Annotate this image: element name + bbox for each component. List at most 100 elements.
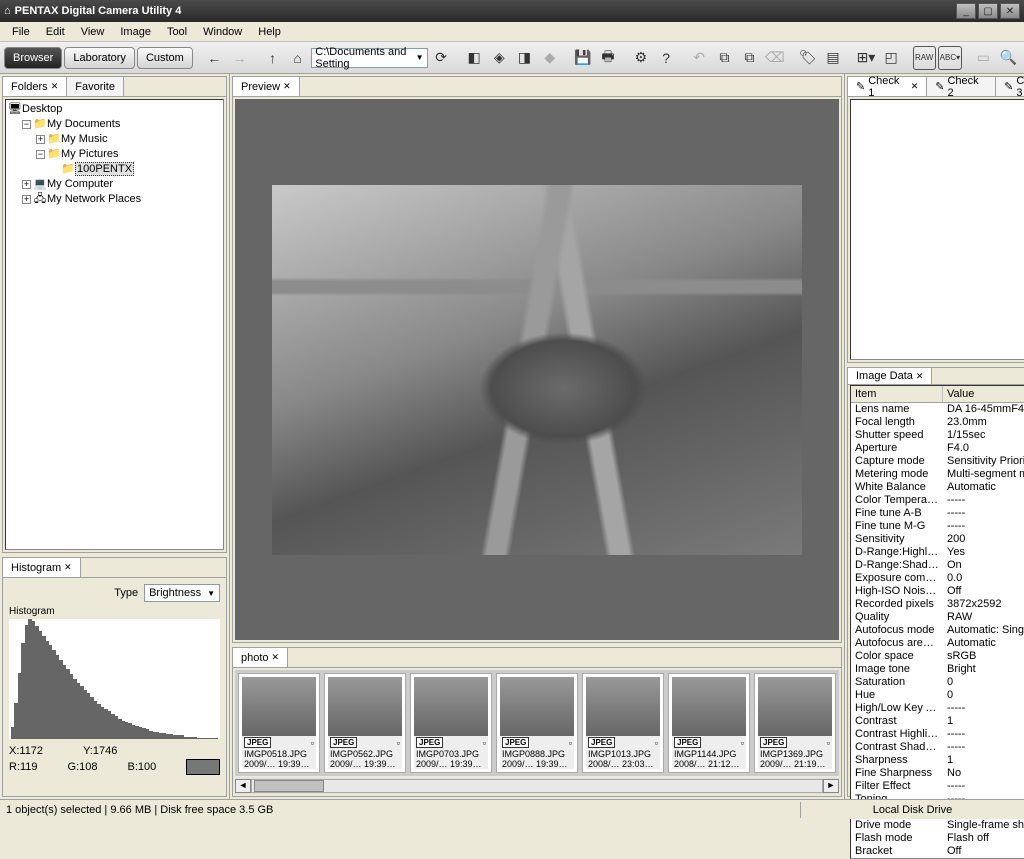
undo-icon[interactable]: ↶ — [688, 46, 711, 70]
tree-my-pictures[interactable]: My Pictures — [61, 148, 118, 160]
imgdata-row[interactable]: Hue0 — [851, 689, 1024, 702]
thumbnail[interactable]: JPEG▫IMGP1369.JPG2009/… 21:19… — [755, 674, 835, 772]
collapse-icon[interactable]: − — [22, 120, 31, 129]
imgdata-row[interactable]: Capture modeSensitivity Priority Automa… — [851, 455, 1024, 468]
scroll-left-icon[interactable]: ◄ — [235, 779, 251, 793]
close-button[interactable]: ✕ — [1000, 3, 1020, 19]
menu-help[interactable]: Help — [250, 24, 289, 40]
imgdata-row[interactable]: Shutter speed1/15sec — [851, 429, 1024, 442]
tab-histogram[interactable]: Histogram✕ — [3, 558, 81, 577]
expand-icon[interactable]: + — [22, 180, 31, 189]
nav-forward-icon[interactable]: → — [228, 46, 251, 70]
mode-browser[interactable]: Browser — [4, 47, 62, 69]
imgdata-row[interactable]: Metering modeMulti-segment metering — [851, 468, 1024, 481]
tab-favorite[interactable]: Favorite — [67, 77, 124, 96]
tab-check-2[interactable]: ✎Check 2 — [927, 77, 996, 96]
imgdata-row[interactable]: Recorded pixels3872x2592 — [851, 598, 1024, 611]
imgdata-row[interactable]: Sharpness1 — [851, 754, 1024, 767]
close-icon[interactable]: ✕ — [64, 562, 72, 573]
raw-icon[interactable]: RAW — [913, 46, 936, 70]
menu-file[interactable]: File — [4, 24, 38, 40]
close-icon[interactable]: ✕ — [911, 81, 919, 92]
imgdata-row[interactable]: Color Temperature----- — [851, 494, 1024, 507]
expand-icon[interactable]: + — [36, 135, 45, 144]
tab-check-1[interactable]: ✎Check 1✕ — [848, 77, 927, 96]
imgdata-header-item[interactable]: Item — [851, 386, 943, 402]
menu-tool[interactable]: Tool — [159, 24, 195, 40]
thumbnail[interactable]: JPEG▫IMGP1013.JPG2008/… 23:03… — [583, 674, 663, 772]
thumbnail[interactable]: JPEG▫IMGP0703.JPG2009/… 19:39… — [411, 674, 491, 772]
imgdata-row[interactable]: D-Range:Shadow Co…On — [851, 559, 1024, 572]
imgdata-row[interactable]: Sensitivity200 — [851, 533, 1024, 546]
maximize-button[interactable]: ▢ — [978, 3, 998, 19]
imgdata-row[interactable]: Autofocus modeAutomatic: Single AF — [851, 624, 1024, 637]
nav-back-icon[interactable]: ← — [203, 46, 226, 70]
tab-check-3[interactable]: ✎Check 3 — [996, 77, 1024, 96]
imgdata-row[interactable]: Saturation0 — [851, 676, 1024, 689]
settings-icon[interactable]: ⚙ — [629, 46, 652, 70]
thumbnail[interactable]: JPEG▫IMGP0888.JPG2009/… 19:39… — [497, 674, 577, 772]
tag-icon[interactable]: 🏷 — [796, 46, 819, 70]
imgdata-row[interactable]: D-Range:Highlight Co…Yes — [851, 546, 1024, 559]
imgdata-row[interactable]: Fine tune M-G----- — [851, 520, 1024, 533]
rotate-left-icon[interactable]: ◧ — [463, 46, 486, 70]
imgdata-row[interactable]: Image toneBright — [851, 663, 1024, 676]
zoom-icon[interactable]: 🔍 — [997, 46, 1020, 70]
path-combo[interactable]: C:\Documents and Setting▼ — [311, 48, 427, 68]
help-icon[interactable]: ? — [655, 46, 678, 70]
imgdata-row[interactable]: BracketOff — [851, 845, 1024, 858]
nav-up-icon[interactable]: ↑ — [261, 46, 284, 70]
tab-preview[interactable]: Preview✕ — [233, 77, 300, 96]
save-icon[interactable]: 💾 — [571, 46, 594, 70]
preview-area[interactable] — [235, 99, 839, 640]
menu-image[interactable]: Image — [112, 24, 159, 40]
menu-view[interactable]: View — [73, 24, 113, 40]
thumbnail-strip[interactable]: JPEG▫IMGP0518.JPG2009/… 19:39…JPEG▫IMGP0… — [235, 670, 839, 776]
imgdata-row[interactable]: QualityRAW — [851, 611, 1024, 624]
imgdata-row[interactable]: Lens nameDA 16-45mmF4ED AL — [851, 403, 1024, 416]
rotate-mark-icon[interactable]: ◆ — [538, 46, 561, 70]
rotate-counter-icon[interactable]: ◈ — [488, 46, 511, 70]
grid-icon[interactable]: ⊞▾ — [854, 46, 877, 70]
tree-100pentx[interactable]: 100PENTX — [75, 162, 134, 176]
menu-window[interactable]: Window — [195, 24, 250, 40]
imgdata-row[interactable]: Contrast1 — [851, 715, 1024, 728]
imgdata-row[interactable]: Flash modeFlash off — [851, 832, 1024, 845]
tree-my-music[interactable]: My Music — [61, 133, 107, 145]
tree-my-computer[interactable]: My Computer — [47, 178, 113, 190]
monitor-icon[interactable]: ▭ — [972, 46, 995, 70]
tab-image-data[interactable]: Image Data✕ — [848, 368, 932, 384]
imgdata-row[interactable]: Contrast Highlight Ad…----- — [851, 728, 1024, 741]
imgdata-row[interactable]: White BalanceAutomatic — [851, 481, 1024, 494]
close-icon[interactable]: ✕ — [283, 81, 291, 92]
tree-desktop[interactable]: Desktop — [22, 103, 62, 115]
close-icon[interactable]: ✕ — [51, 81, 59, 92]
tree-my-network[interactable]: My Network Places — [47, 193, 141, 205]
imgdata-row[interactable]: Drive modeSingle-frame shooting — [851, 819, 1024, 832]
collapse-icon[interactable]: − — [36, 150, 45, 159]
imgdata-row[interactable]: Color spacesRGB — [851, 650, 1024, 663]
rotate-right-icon[interactable]: ◨ — [513, 46, 536, 70]
imgdata-row[interactable]: Focal length23.0mm — [851, 416, 1024, 429]
close-icon[interactable]: ✕ — [916, 371, 924, 382]
copy-multi-icon[interactable]: ⧉ — [738, 46, 761, 70]
copy-icon[interactable]: ⧉ — [713, 46, 736, 70]
menu-edit[interactable]: Edit — [38, 24, 73, 40]
imgdata-row[interactable]: Autofocus area modeAutomatic — [851, 637, 1024, 650]
imgdata-row[interactable]: High-ISO Noise Redu…Off — [851, 585, 1024, 598]
refresh-icon[interactable]: ⟳ — [430, 46, 453, 70]
imgdata-row[interactable]: Fine tune A-B----- — [851, 507, 1024, 520]
scroll-thumb[interactable] — [254, 780, 324, 792]
thumbnail[interactable]: JPEG▫IMGP0562.JPG2009/… 19:39… — [325, 674, 405, 772]
print-icon[interactable]: 🖶 — [596, 46, 619, 70]
delete-icon[interactable]: ⌫ — [763, 46, 786, 70]
scroll-right-icon[interactable]: ► — [823, 779, 839, 793]
thumbnail[interactable]: JPEG▫IMGP0518.JPG2009/… 19:39… — [239, 674, 319, 772]
tab-photo[interactable]: photo✕ — [233, 648, 288, 667]
imgdata-header-value[interactable]: Value — [943, 386, 1024, 402]
imgdata-row[interactable]: ApertureF4.0 — [851, 442, 1024, 455]
thumbnail-scrollbar[interactable]: ◄ ► — [235, 778, 839, 794]
imgdata-row[interactable]: Fine SharpnessNo — [851, 767, 1024, 780]
mode-custom[interactable]: Custom — [137, 47, 193, 69]
histogram-type-select[interactable]: Brightness▼ — [144, 584, 220, 602]
